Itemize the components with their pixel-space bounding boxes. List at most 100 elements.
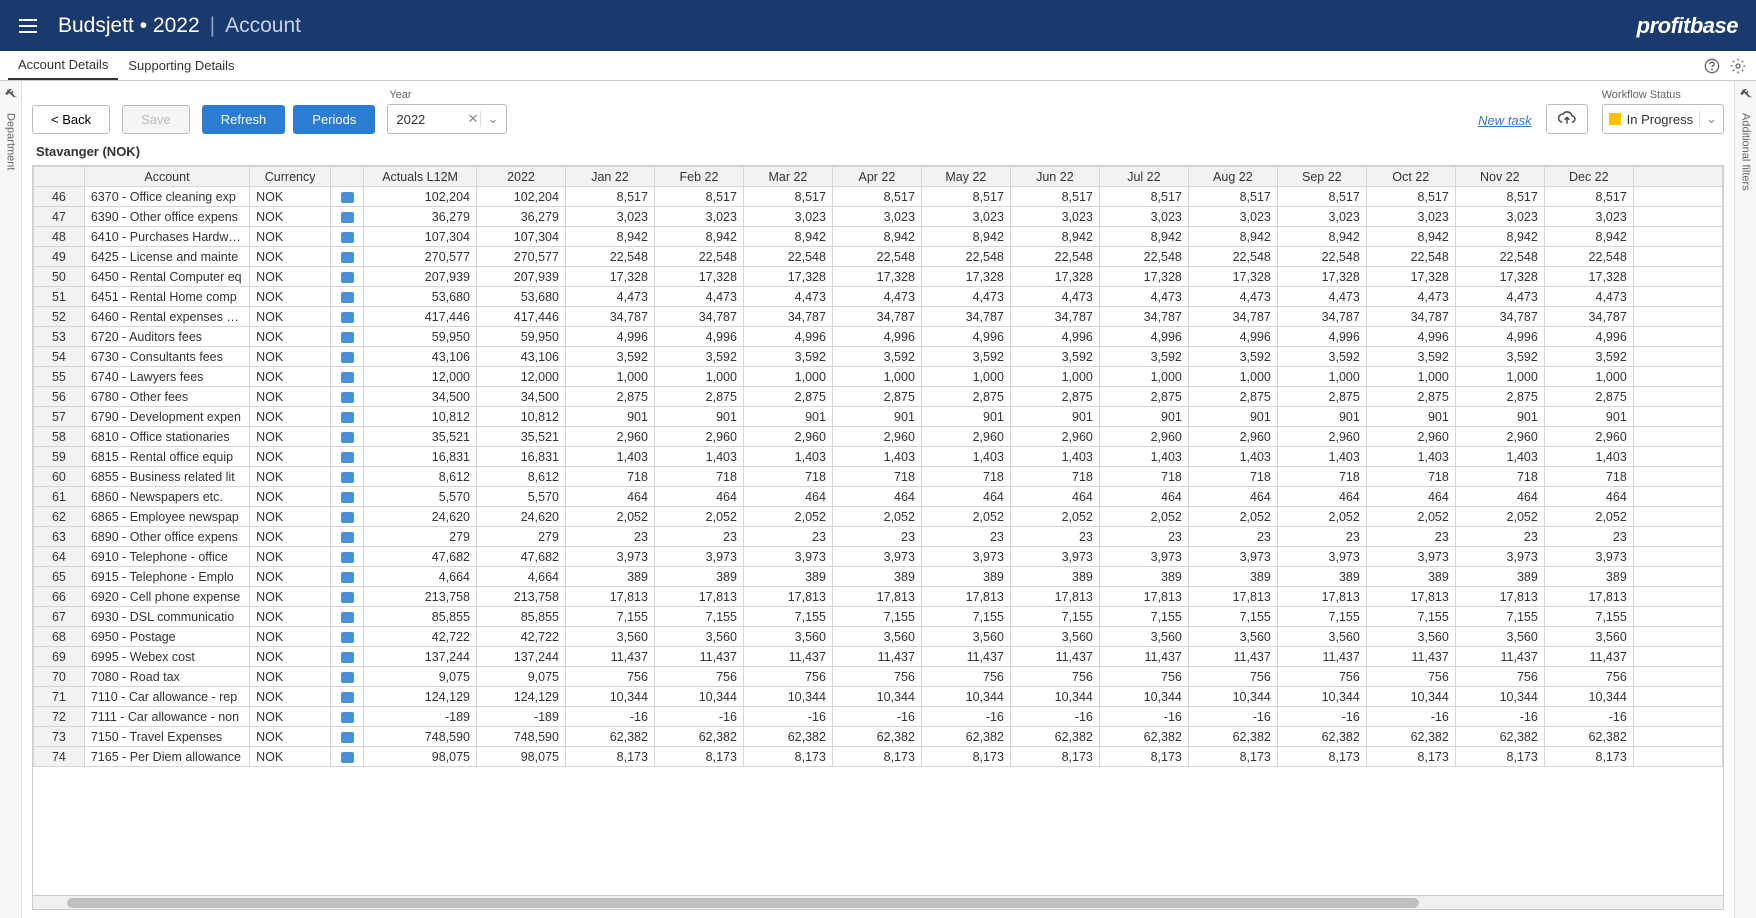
month-cell[interactable]: 901 [654,407,743,427]
month-cell[interactable]: 62,382 [1277,727,1366,747]
month-cell[interactable]: -16 [1277,707,1366,727]
horizontal-scrollbar[interactable] [33,895,1723,909]
currency-cell[interactable]: NOK [250,527,331,547]
month-cell[interactable]: 8,942 [654,227,743,247]
month-cell[interactable]: 8,942 [1455,227,1544,247]
currency-cell[interactable]: NOK [250,627,331,647]
month-cell[interactable]: 1,000 [1099,367,1188,387]
actuals-l12m-cell[interactable]: 8,612 [364,467,477,487]
account-cell[interactable]: 6451 - Rental Home comp [84,287,249,307]
month-cell[interactable]: 8,173 [1455,747,1544,767]
month-cell[interactable]: 8,517 [1099,187,1188,207]
month-cell[interactable]: 3,592 [832,347,921,367]
month-cell[interactable]: 4,996 [654,327,743,347]
note-button[interactable] [331,207,364,227]
month-cell[interactable]: 4,996 [1544,327,1633,347]
year-total-cell[interactable]: 8,612 [476,467,565,487]
month-cell[interactable]: 34,787 [1544,307,1633,327]
month-cell[interactable]: 389 [743,567,832,587]
month-cell[interactable]: 3,560 [832,627,921,647]
note-button[interactable] [331,467,364,487]
account-cell[interactable]: 6460 - Rental expenses ser [84,307,249,327]
month-cell[interactable]: 389 [1188,567,1277,587]
month-cell[interactable]: 3,023 [654,207,743,227]
month-cell[interactable]: 10,344 [1188,687,1277,707]
month-cell[interactable]: 3,973 [743,547,832,567]
month-cell[interactable]: 2,960 [1277,427,1366,447]
month-cell[interactable]: 8,517 [1277,187,1366,207]
column-header[interactable]: May 22 [921,167,1010,187]
month-cell[interactable]: 464 [1099,487,1188,507]
month-cell[interactable]: 464 [921,487,1010,507]
hamburger-icon[interactable] [16,14,40,38]
month-cell[interactable]: 34,787 [921,307,1010,327]
note-button[interactable] [331,427,364,447]
month-cell[interactable]: 17,328 [1010,267,1099,287]
actuals-l12m-cell[interactable]: 12,000 [364,367,477,387]
month-cell[interactable]: 464 [743,487,832,507]
month-cell[interactable]: 718 [1366,467,1455,487]
month-cell[interactable]: 17,813 [743,587,832,607]
currency-cell[interactable]: NOK [250,307,331,327]
month-cell[interactable]: 2,960 [1366,427,1455,447]
settings-icon[interactable] [1730,58,1746,74]
month-cell[interactable]: 8,942 [921,227,1010,247]
back-button[interactable]: < Back [32,105,110,134]
month-cell[interactable]: 23 [921,527,1010,547]
left-rail[interactable]: Department [0,81,22,918]
tab-supporting-details[interactable]: Supporting Details [118,52,244,79]
table-row[interactable]: 596815 - Rental office equipNOK16,83116,… [34,447,1723,467]
note-button[interactable] [331,367,364,387]
publish-button[interactable] [1546,104,1588,134]
month-cell[interactable]: 1,000 [832,367,921,387]
month-cell[interactable]: 901 [1099,407,1188,427]
month-cell[interactable]: 2,052 [1544,507,1633,527]
note-button[interactable] [331,727,364,747]
month-cell[interactable]: 7,155 [654,607,743,627]
month-cell[interactable]: 718 [1277,467,1366,487]
month-cell[interactable]: 901 [1188,407,1277,427]
note-button[interactable] [331,587,364,607]
month-cell[interactable]: 464 [654,487,743,507]
month-cell[interactable]: 389 [832,567,921,587]
actuals-l12m-cell[interactable]: 42,722 [364,627,477,647]
year-total-cell[interactable]: 16,831 [476,447,565,467]
month-cell[interactable]: 10,344 [1099,687,1188,707]
month-cell[interactable]: 8,517 [1544,187,1633,207]
currency-cell[interactable]: NOK [250,687,331,707]
chevron-down-icon[interactable]: ⌄ [480,111,498,127]
actuals-l12m-cell[interactable]: 47,682 [364,547,477,567]
month-cell[interactable]: 8,517 [1188,187,1277,207]
month-cell[interactable]: 17,813 [1010,587,1099,607]
month-cell[interactable]: 1,403 [1455,447,1544,467]
month-cell[interactable]: 23 [743,527,832,547]
actuals-l12m-cell[interactable]: 85,855 [364,607,477,627]
month-cell[interactable]: 3,023 [1455,207,1544,227]
currency-cell[interactable]: NOK [250,347,331,367]
month-cell[interactable]: 11,437 [1099,647,1188,667]
month-cell[interactable]: -16 [743,707,832,727]
column-header[interactable]: Dec 22 [1544,167,1633,187]
month-cell[interactable]: 3,973 [1010,547,1099,567]
month-cell[interactable]: 62,382 [1188,727,1277,747]
month-cell[interactable]: 1,403 [1366,447,1455,467]
month-cell[interactable]: 2,960 [1455,427,1544,447]
month-cell[interactable]: 1,000 [1366,367,1455,387]
month-cell[interactable]: 34,787 [743,307,832,327]
month-cell[interactable]: 2,875 [832,387,921,407]
month-cell[interactable]: 62,382 [921,727,1010,747]
account-cell[interactable]: 6740 - Lawyers fees [84,367,249,387]
currency-cell[interactable]: NOK [250,467,331,487]
account-cell[interactable]: 6890 - Other office expens [84,527,249,547]
currency-cell[interactable]: NOK [250,487,331,507]
month-cell[interactable]: 718 [921,467,1010,487]
table-row[interactable]: 707080 - Road taxNOK9,0759,0757567567567… [34,667,1723,687]
column-header[interactable]: Actuals L12M [364,167,477,187]
month-cell[interactable]: 389 [565,567,654,587]
note-button[interactable] [331,227,364,247]
month-cell[interactable]: 7,155 [1277,607,1366,627]
month-cell[interactable]: 3,023 [1366,207,1455,227]
column-header[interactable]: Account [84,167,249,187]
month-cell[interactable]: 3,023 [832,207,921,227]
month-cell[interactable]: -16 [1455,707,1544,727]
